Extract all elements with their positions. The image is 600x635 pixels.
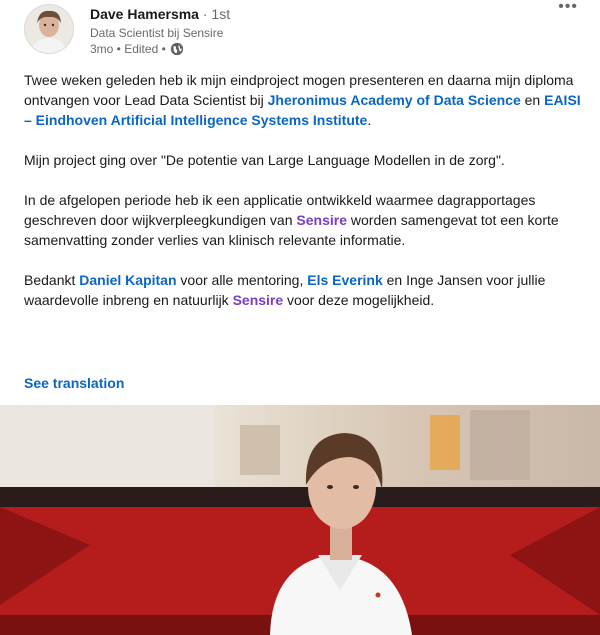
paragraph-2: Mijn project ging over "De potentie van … [24,152,505,168]
profile-photo [25,5,73,53]
paragraph-4: Bedankt Daniel Kapitan voor alle mentori… [24,270,584,310]
mention-daniel-kapitan[interactable]: Daniel Kapitan [79,272,176,288]
author-headline: Data Scientist bij Sensire [90,26,224,40]
post-timestamp: 3mo • Edited • [90,42,166,56]
paragraph-1: Twee weken geleden heb ik mijn eindproje… [24,70,584,130]
connection-degree: · 1st [202,6,231,22]
text: voor deze mogelijkheid. [283,292,435,308]
mention-els-everink[interactable]: Els Everink [307,272,383,288]
mention-sensire[interactable]: Sensire [233,292,284,308]
paragraph-3: In de afgelopen periode heb ik een appli… [24,190,584,250]
text: Bedankt [24,272,80,288]
post-image[interactable] [0,405,600,635]
text: voor alle mentoring, [176,272,308,288]
mention-sensire[interactable]: Sensire [296,212,347,228]
text: en [520,92,545,108]
author-line: Dave Hamersma · 1st [90,6,230,22]
text: . [367,112,372,128]
avatar[interactable] [24,4,74,54]
see-translation-link[interactable]: See translation [24,375,124,391]
author-name[interactable]: Dave Hamersma [90,6,199,22]
presentation-photo [0,405,600,635]
more-options-icon[interactable]: ••• [558,0,578,16]
mention-jheronimus-academy[interactable]: Jheronimus Academy of Data Science [268,92,521,108]
post-header: Dave Hamersma · 1st Data Scientist bij S… [24,0,584,60]
globe-icon [170,42,183,56]
post-body: Twee weken geleden heb ik mijn eindproje… [24,70,584,330]
post-meta: 3mo • Edited • [90,42,184,56]
